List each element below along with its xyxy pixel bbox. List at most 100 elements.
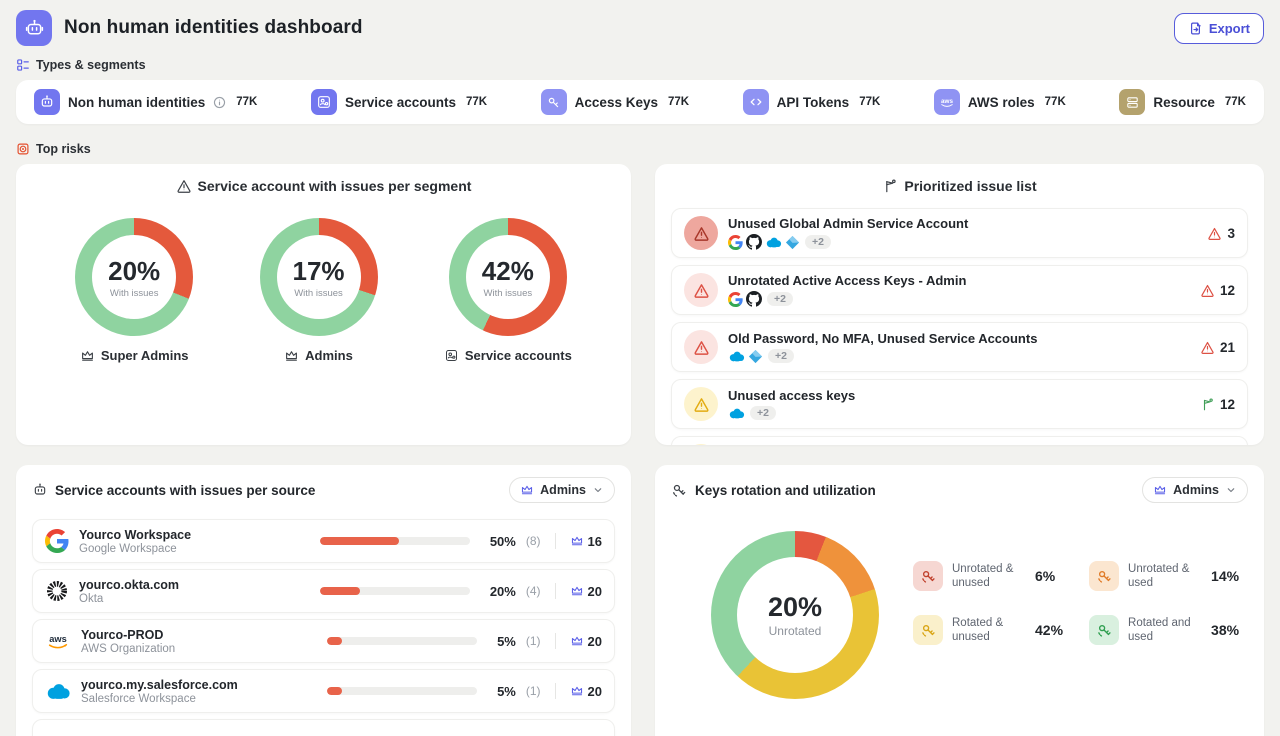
crown-icon [520, 483, 534, 497]
robot-icon [16, 10, 52, 46]
info-icon[interactable] [213, 96, 226, 109]
source-row[interactable]: yourco.okta.com Okta 20% (4) 20 [32, 569, 615, 613]
issue-item[interactable]: Unrotated active access keys - Account +… [671, 436, 1248, 445]
alert-icon [1200, 283, 1215, 298]
export-icon [1188, 21, 1203, 36]
chevron-down-icon [1225, 484, 1237, 496]
more-providers-pill: +2 [767, 292, 793, 306]
type-card-api-tokens[interactable]: API Tokens 77K [743, 89, 881, 115]
code-icon [743, 89, 769, 115]
keys-rotation-panel: Keys rotation and utilization Admins 20%… [655, 465, 1264, 736]
legend-unrotated-unused: Unrotated & unused 6% [913, 561, 1063, 591]
bottom-panels: Service accounts with issues per source … [16, 465, 1264, 736]
progress-bar [320, 587, 470, 595]
warning-icon [684, 330, 718, 364]
issue-item[interactable]: Unused access keys +2 12 [671, 379, 1248, 429]
legend-unrotated-used: Unrotated & used 14% [1089, 561, 1239, 591]
export-label: Export [1209, 21, 1250, 36]
donut-chart: 20%With issues [75, 218, 193, 336]
crown-icon [570, 634, 584, 648]
top-risks-label: Top risks [16, 142, 1264, 156]
more-providers-pill: +2 [750, 406, 776, 420]
source-row[interactable]: aws Yourco-PROD AWS Organization 5% (1) … [32, 619, 615, 663]
warning-icon [684, 387, 718, 421]
aws-icon: aws [934, 89, 960, 115]
key-icon [1089, 561, 1119, 591]
issue-item[interactable]: Unused Global Admin Service Account +2 3 [671, 208, 1248, 258]
segment-filter-dropdown[interactable]: Admins [1142, 477, 1248, 503]
sources-panel: Service accounts with issues per source … [16, 465, 631, 736]
robot-icon [34, 89, 60, 115]
salesforce-icon [765, 236, 782, 249]
top-panels: Service account with issues per segment … [16, 164, 1264, 445]
divider [555, 633, 556, 649]
key-icon [1089, 615, 1119, 645]
crown-icon [570, 684, 584, 698]
type-card-aws-roles[interactable]: aws AWS roles 77K [934, 89, 1066, 115]
segment-filter-dropdown[interactable]: Admins [509, 477, 615, 503]
divider [555, 533, 556, 549]
crown-icon [80, 348, 95, 363]
target-icon [16, 142, 30, 156]
issue-item[interactable]: Unrotated Active Access Keys - Admin +2 … [671, 265, 1248, 315]
server-icon [1119, 89, 1145, 115]
legend-rotated-unused: Rotated & unused 42% [913, 615, 1063, 645]
issue-count-badge: 12 [1200, 283, 1235, 298]
source-row[interactable]: Yourco Workspace Google Workspace 50% (8… [32, 519, 615, 563]
warning-icon [684, 273, 718, 307]
source-row-partial[interactable] [32, 719, 615, 736]
azure-icon [785, 235, 800, 250]
source-row[interactable]: yourco.my.salesforce.com Salesforce Work… [32, 669, 615, 713]
segment-donuts: 20%With issues Super Admins 17%With issu… [16, 198, 631, 363]
key-icon [541, 89, 567, 115]
crown-icon [284, 348, 299, 363]
segments-icon [16, 58, 30, 72]
donut-admins: 17%With issues Admins [260, 218, 378, 363]
issue-item[interactable]: Old Password, No MFA, Unused Service Acc… [671, 322, 1248, 372]
github-icon [746, 291, 762, 307]
segment-issues-panel: Service account with issues per segment … [16, 164, 631, 445]
key-icon [913, 561, 943, 591]
keys-donut-chart: 20% Unrotated [711, 531, 879, 699]
admin-count: 20 [570, 584, 602, 599]
more-providers-pill: +2 [805, 235, 831, 249]
key-rotation-icon [671, 482, 688, 499]
sources-panel-header: Service accounts with issues per source … [16, 465, 631, 515]
warning-icon [176, 178, 192, 194]
type-card-access-keys[interactable]: Access Keys 77K [541, 89, 689, 115]
type-card-non-human-identities[interactable]: Non human identities 77K [34, 89, 257, 115]
type-cards-row: Non human identities 77K Service account… [16, 80, 1264, 124]
service-account-icon [311, 89, 337, 115]
github-icon [746, 234, 762, 250]
more-providers-pill: +2 [768, 349, 794, 363]
keys-content: 20% Unrotated Unrotated & unused 6% Un [655, 515, 1264, 699]
legend-rotated-used: Rotated and used 38% [1089, 615, 1239, 645]
crown-icon [1153, 483, 1167, 497]
aws-icon: aws [45, 630, 71, 652]
alert-icon [1207, 226, 1222, 241]
issues-panel-title: Prioritized issue list [655, 164, 1264, 198]
donut-chart: 17%With issues [260, 218, 378, 336]
admin-count: 20 [570, 634, 602, 649]
warning-icon [684, 216, 718, 250]
google-icon [728, 235, 743, 250]
okta-icon [45, 579, 69, 603]
crown-icon [570, 584, 584, 598]
chevron-down-icon [592, 484, 604, 496]
keys-panel-header: Keys rotation and utilization Admins [655, 465, 1264, 515]
flag-icon [1200, 397, 1215, 412]
header: Non human identities dashboard Export [0, 0, 1280, 56]
page-title: Non human identities dashboard [64, 17, 363, 39]
type-card-service-accounts[interactable]: Service accounts 77K [311, 89, 487, 115]
export-button[interactable]: Export [1174, 13, 1264, 44]
issue-count-badge: 12 [1200, 397, 1235, 412]
divider [555, 683, 556, 699]
issue-count-badge: 21 [1200, 340, 1235, 355]
type-card-resource[interactable]: Resource 77K [1119, 89, 1246, 115]
svg-text:aws: aws [941, 98, 953, 105]
types-segments-label: Types & segments [16, 58, 1264, 72]
admin-count: 16 [570, 534, 602, 549]
issue-count-badge: 3 [1207, 226, 1235, 241]
source-rows: Yourco Workspace Google Workspace 50% (8… [16, 515, 631, 736]
robot-icon [32, 482, 48, 498]
